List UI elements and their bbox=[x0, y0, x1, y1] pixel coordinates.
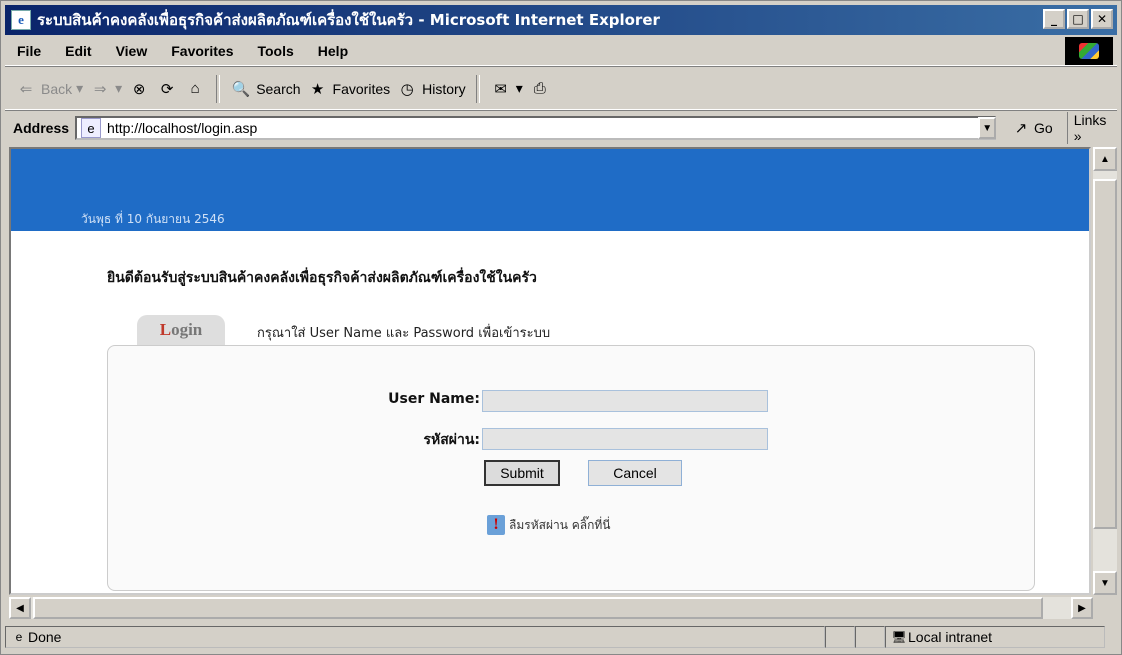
vertical-scroll-thumb[interactable] bbox=[1093, 179, 1117, 529]
menu-view[interactable]: View bbox=[104, 43, 160, 59]
menu-tools[interactable]: Tools bbox=[245, 43, 305, 59]
history-button[interactable]: ◷ History bbox=[396, 78, 466, 100]
status-cell-empty bbox=[825, 626, 855, 648]
page-icon: e bbox=[81, 118, 102, 138]
home-button[interactable]: ⌂ bbox=[184, 78, 206, 100]
menu-help[interactable]: Help bbox=[306, 43, 360, 59]
mail-button[interactable]: ✉ ▾ bbox=[490, 78, 523, 100]
chevron-right-icon: » bbox=[1073, 128, 1082, 144]
home-icon: ⌂ bbox=[190, 80, 200, 97]
username-input[interactable] bbox=[482, 390, 768, 412]
history-label: History bbox=[422, 80, 466, 97]
menu-favorites[interactable]: Favorites bbox=[159, 43, 245, 59]
address-bar: Address e http://localhost/login.asp ▼ ↗… bbox=[5, 112, 1117, 144]
ie-icon: e bbox=[11, 10, 31, 30]
forward-arrow-icon: ⇒ bbox=[93, 80, 107, 98]
address-input[interactable]: e http://localhost/login.asp bbox=[75, 116, 997, 140]
forgot-password-link[interactable]: ! ลืมรหัสผ่าน คลิ๊กที่นี่ bbox=[487, 515, 611, 535]
mail-dropdown-icon: ▾ bbox=[515, 80, 523, 96]
page-content: วันพุธ ที่ 10 กันยายน 2546 ยินดีต้อนรับส… bbox=[9, 147, 1091, 595]
menu-file[interactable]: File bbox=[5, 43, 53, 59]
password-label: รหัสผ่าน: bbox=[423, 432, 480, 448]
refresh-button[interactable]: ⟳ bbox=[156, 78, 178, 100]
links-button[interactable]: Links » bbox=[1066, 112, 1117, 144]
back-label: Back bbox=[41, 80, 73, 97]
favorites-icon: ★ bbox=[310, 80, 325, 98]
intranet-icon: 🖥 bbox=[891, 630, 907, 644]
browser-window: e ระบบสินค้าคงคลังเพื่อธุรกิจค้าส่งผลิตภ… bbox=[0, 0, 1122, 655]
back-arrow-icon: ⇐ bbox=[19, 80, 33, 98]
go-arrow-icon: ↗ bbox=[1014, 120, 1028, 137]
stop-button[interactable]: ⊗ bbox=[128, 78, 150, 100]
title-bar[interactable]: e ระบบสินค้าคงคลังเพื่อธุรกิจค้าส่งผลิตภ… bbox=[5, 5, 1117, 35]
toolbar-separator bbox=[475, 74, 480, 103]
address-dropdown-button[interactable]: ▼ bbox=[978, 117, 997, 139]
search-button[interactable]: 🔍 Search bbox=[230, 78, 301, 100]
page-done-icon: e bbox=[15, 630, 23, 644]
history-icon: ◷ bbox=[400, 80, 414, 98]
menu-edit[interactable]: Edit bbox=[53, 43, 103, 59]
window-title: ระบบสินค้าคงคลังเพื่อธุรกิจค้าส่งผลิตภัณ… bbox=[37, 11, 660, 29]
print-icon: ⎙ bbox=[533, 80, 546, 97]
info-icon: ! bbox=[487, 515, 505, 535]
favorites-button[interactable]: ★ Favorites bbox=[307, 78, 391, 100]
current-date: วันพุธ ที่ 10 กันยายน 2546 bbox=[81, 212, 225, 226]
back-dropdown-icon: ▾ bbox=[76, 80, 84, 96]
status-bar: e Done 🖥 Local intranet bbox=[5, 623, 1117, 651]
status-text: Done bbox=[28, 629, 62, 645]
toolbar-separator bbox=[216, 74, 221, 103]
windows-logo-icon bbox=[1065, 37, 1113, 65]
maximize-button[interactable]: □ bbox=[1067, 9, 1089, 29]
status-cell-empty bbox=[855, 626, 885, 648]
horizontal-scrollbar[interactable]: ◀ ▶ bbox=[9, 597, 1093, 619]
welcome-heading: ยินดีต้อนรับสู่ระบบสินค้าคงคลังเพื่อธุรก… bbox=[107, 270, 537, 286]
submit-button[interactable]: Submit bbox=[484, 460, 560, 486]
security-zone-cell: 🖥 Local intranet bbox=[885, 626, 1105, 648]
go-button[interactable]: ↗ Go bbox=[1010, 117, 1053, 139]
links-label: Links bbox=[1073, 112, 1107, 128]
username-label: User Name: bbox=[388, 391, 480, 407]
back-button[interactable]: ⇐ Back ▾ bbox=[15, 78, 83, 100]
minimize-button[interactable]: _ bbox=[1043, 9, 1065, 29]
mail-icon: ✉ bbox=[494, 80, 507, 98]
login-tab-initial: L bbox=[159, 320, 172, 339]
search-icon: 🔍 bbox=[231, 80, 251, 98]
login-instruction: กรุณาใส่ User Name และ Password เพื่อเข้… bbox=[257, 326, 551, 341]
forward-button[interactable]: ⇒ ▾ bbox=[89, 78, 122, 100]
address-url: http://localhost/login.asp bbox=[107, 120, 258, 136]
print-button[interactable]: ⎙ bbox=[529, 78, 551, 100]
refresh-icon: ⟳ bbox=[160, 80, 174, 98]
menu-bar: File Edit View Favorites Tools Help bbox=[5, 37, 1117, 66]
scroll-up-button[interactable]: ▲ bbox=[1093, 147, 1117, 171]
favorites-label: Favorites bbox=[332, 80, 391, 97]
vertical-scrollbar[interactable]: ▲ ▼ bbox=[1093, 147, 1117, 595]
forgot-password-label: ลืมรหัสผ่าน คลิ๊กที่นี่ bbox=[509, 517, 611, 532]
search-label: Search bbox=[256, 80, 301, 97]
forward-dropdown-icon: ▾ bbox=[115, 80, 123, 96]
stop-icon: ⊗ bbox=[132, 80, 146, 98]
login-tab: Login bbox=[137, 315, 225, 345]
go-label: Go bbox=[1034, 120, 1053, 136]
close-button[interactable]: ✕ bbox=[1091, 9, 1113, 29]
zone-label: Local intranet bbox=[908, 629, 993, 645]
cancel-button[interactable]: Cancel bbox=[588, 460, 682, 486]
header-banner: วันพุธ ที่ 10 กันยายน 2546 bbox=[11, 149, 1089, 231]
scroll-right-button[interactable]: ▶ bbox=[1071, 597, 1093, 619]
login-tab-text: ogin bbox=[171, 320, 203, 339]
password-input[interactable] bbox=[482, 428, 768, 450]
standard-toolbar: ⇐ Back ▾ ⇒ ▾ ⊗ ⟳ ⌂ 🔍 Search ★ Favorites … bbox=[5, 68, 1117, 110]
address-label: Address bbox=[13, 120, 70, 136]
login-panel: User Name: รหัสผ่าน: Submit Cancel bbox=[107, 345, 1035, 591]
window-controls: _ □ ✕ bbox=[1043, 9, 1113, 29]
scroll-down-button[interactable]: ▼ bbox=[1093, 571, 1117, 595]
status-text-cell: e Done bbox=[5, 626, 825, 648]
horizontal-scroll-thumb[interactable] bbox=[33, 597, 1043, 619]
scroll-left-button[interactable]: ◀ bbox=[9, 597, 31, 619]
